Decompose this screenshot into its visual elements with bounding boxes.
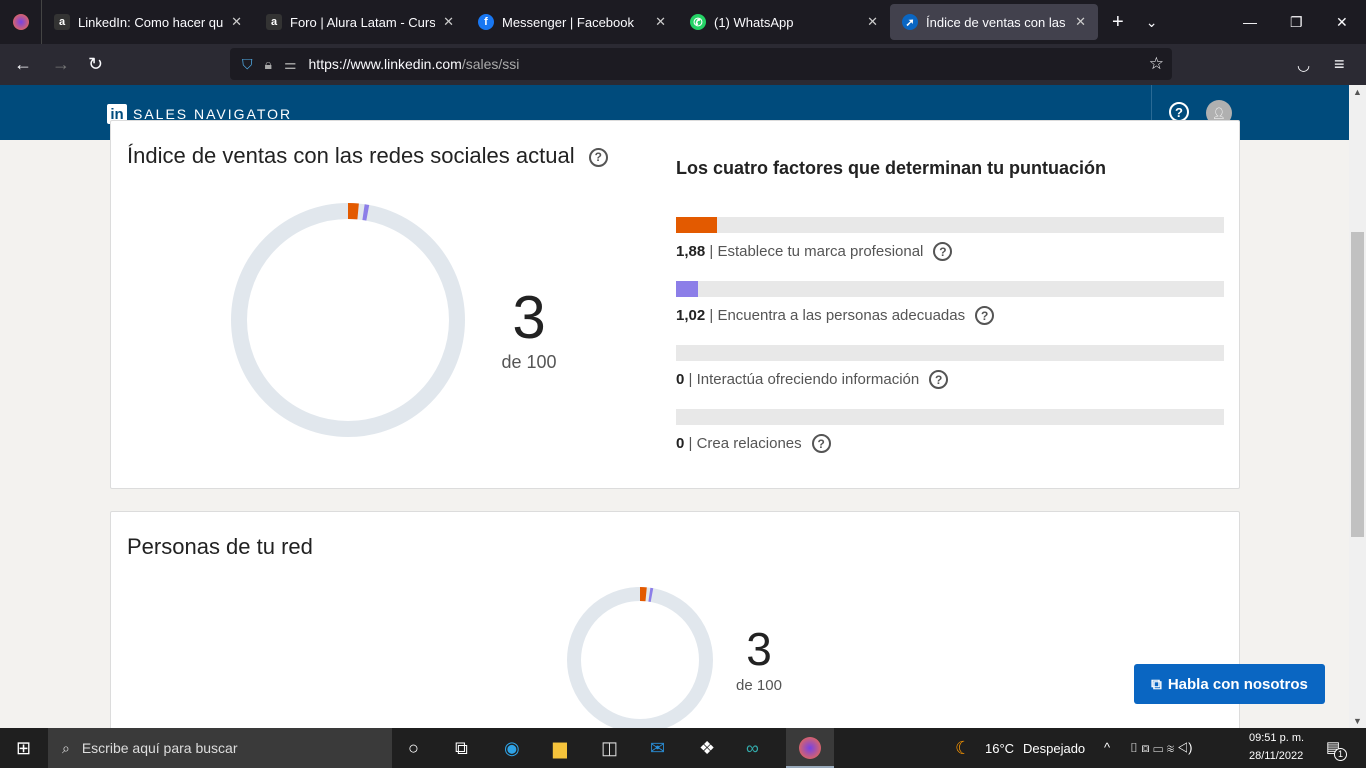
factor-progress-bar (676, 217, 1224, 233)
scrollbar[interactable]: ▲ ▼ (1349, 85, 1366, 728)
browser-tab[interactable]: ✆ (1) WhatsApp ✕ (678, 0, 890, 44)
firefox-taskbar-icon[interactable] (786, 728, 834, 768)
close-tab-icon[interactable]: ✕ (1075, 14, 1086, 30)
help-icon[interactable]: ? (588, 147, 608, 167)
scrollbar-thumb[interactable] (1351, 232, 1364, 537)
scroll-down-icon[interactable]: ▼ (1353, 716, 1362, 726)
browser-tab[interactable]: f Messenger | Facebook ✕ (466, 0, 678, 44)
tray-icons[interactable]: ⌷ ⧈ ▭ ≋ ◁) (1130, 740, 1192, 756)
factor-label: 0 | Crea relaciones? (676, 434, 831, 453)
browser-tab-bar: aLinkedIn: Como hacer que tu✕ aForo | Al… (0, 0, 1366, 44)
reload-button[interactable]: ↻ (88, 54, 103, 75)
browser-nav-bar: ← → ↻ ⛉ 🔒︎ ⚌ https://www.linkedin.com/sa… (0, 44, 1366, 85)
close-tab-icon[interactable]: ✕ (231, 14, 242, 30)
tab-list-chevron-icon[interactable]: ⌄ (1146, 14, 1158, 31)
menu-icon[interactable]: ≡ (1334, 54, 1345, 75)
network-donut-chart (567, 587, 713, 733)
new-tab-button[interactable]: + (1112, 11, 1124, 34)
windows-start-icon[interactable]: ⊞ (16, 738, 31, 759)
ssi-donut-chart (231, 203, 465, 437)
alura-icon: a (266, 14, 282, 30)
back-button[interactable]: ← (14, 54, 32, 75)
taskbar-search[interactable]: ⌕ Escribe aquí para buscar (48, 728, 392, 768)
permissions-icon: ⚌ (283, 55, 297, 72)
ssi-score: 3 (512, 284, 546, 351)
factor-progress-bar (676, 409, 1224, 425)
forward-button[interactable]: → (52, 54, 70, 75)
scroll-up-icon[interactable]: ▲ (1353, 87, 1362, 97)
task-view-icon[interactable]: ⧉ (455, 738, 468, 759)
ssi-title: Índice de ventas con las redes sociales … (127, 143, 608, 169)
facebook-icon: f (478, 14, 494, 30)
help-icon[interactable]: ? (975, 306, 995, 325)
help-icon[interactable]: ? (1169, 102, 1189, 122)
bookmark-star-icon[interactable]: ☆ (1149, 54, 1164, 74)
close-tab-icon[interactable]: ✕ (443, 14, 454, 30)
notification-count: 1 (1334, 748, 1347, 761)
network-title: Personas de tu red (127, 534, 313, 559)
cortana-icon[interactable]: ○ (408, 738, 419, 759)
weather: Despejado (1023, 741, 1086, 756)
factor-name: | Encuentra a las personas adecuadas (709, 307, 966, 324)
windows-taskbar: ⊞ ⌕ Escribe aquí para buscar ○ ⧉ ◉ ▆ ◫ ✉ … (0, 728, 1366, 768)
ssi-out-of: de 100 (501, 352, 557, 372)
whatsapp-icon: ✆ (690, 14, 706, 30)
lock-icon: 🔒︎ (264, 55, 272, 72)
factor-value: 1,02 (676, 307, 706, 324)
donut-track (567, 587, 713, 733)
firefox-menu-icon[interactable] (0, 0, 42, 44)
tray-chevron-icon[interactable]: ^ (1104, 740, 1110, 755)
factor-label: 1,88 | Establece tu marca profesional? (676, 242, 953, 261)
factor-name: | Establece tu marca profesional (709, 243, 924, 260)
file-explorer-icon[interactable]: ▆ (553, 738, 567, 759)
pocket-icon[interactable]: ◡ (1297, 56, 1310, 74)
close-tab-icon[interactable]: ✕ (655, 14, 666, 30)
alura-icon: a (54, 14, 70, 30)
clock-time[interactable]: 09:51 p. m. (1249, 732, 1304, 744)
factor-label: 0 | Interactúa ofreciendo información? (676, 370, 949, 389)
factor-progress-bar (676, 345, 1224, 361)
store-icon[interactable]: ◫ (601, 738, 618, 759)
close-tab-icon[interactable]: ✕ (867, 14, 878, 30)
edge-icon[interactable]: ◉ (504, 738, 520, 759)
dropbox-icon[interactable]: ❖ (699, 738, 715, 759)
temperature: 16°C (985, 741, 1015, 756)
chat-button[interactable]: ⧉ Habla con nosotros (1134, 664, 1325, 704)
help-icon[interactable]: ? (929, 370, 949, 389)
help-icon[interactable]: ? (811, 434, 831, 453)
help-icon[interactable]: ? (933, 242, 953, 261)
factors-title: Los cuatro factores que determinan tu pu… (676, 158, 1107, 178)
browser-tab-active[interactable]: ➚Índice de ventas con las redes✕ (890, 4, 1098, 40)
network-score: 3 (746, 623, 772, 675)
weather-moon-icon: ☾ (955, 738, 972, 758)
shield-icon: ⛉ (242, 55, 253, 72)
search-icon: ⌕ (62, 739, 70, 756)
browser-tab[interactable]: aForo | Alura Latam - Cursos o✕ (254, 0, 466, 44)
factor-value: 0 (676, 435, 685, 452)
factor-progress-bar (676, 281, 1224, 297)
factor-label: 1,02 | Encuentra a las personas adecuada… (676, 306, 995, 325)
minimize-button[interactable]: — (1243, 14, 1257, 30)
linkedin-sales-icon: ➚ (902, 14, 918, 30)
factor-progress-fill (676, 217, 718, 233)
factor-value: 1,88 (676, 243, 706, 260)
mail-icon[interactable]: ✉ (650, 738, 665, 759)
url-bar[interactable]: ⛉ 🔒︎ ⚌ https://www.linkedin.com/sales/ss… (230, 48, 1172, 80)
donut-track (231, 203, 465, 437)
factor-value: 0 (676, 371, 685, 388)
chat-icon: ⧉ (1151, 675, 1162, 693)
network-out-of: de 100 (736, 677, 782, 694)
arduino-icon[interactable]: ∞ (746, 738, 759, 759)
factor-progress-fill (676, 281, 699, 297)
ssi-card: Índice de ventas con las redes sociales … (110, 120, 1240, 489)
network-card: Personas de tu red 3 de 100 (110, 511, 1240, 741)
clock-date[interactable]: 28/11/2022 (1249, 750, 1303, 762)
close-window-button[interactable]: ✕ (1336, 14, 1348, 31)
browser-tab[interactable]: aLinkedIn: Como hacer que tu✕ (42, 0, 254, 44)
factor-name: | Crea relaciones (688, 435, 802, 452)
restore-button[interactable]: ❐ (1290, 14, 1303, 31)
url-text: https://www.linkedin.com/sales/ssi (308, 56, 520, 72)
factor-name: | Interactúa ofreciendo información (688, 371, 920, 388)
